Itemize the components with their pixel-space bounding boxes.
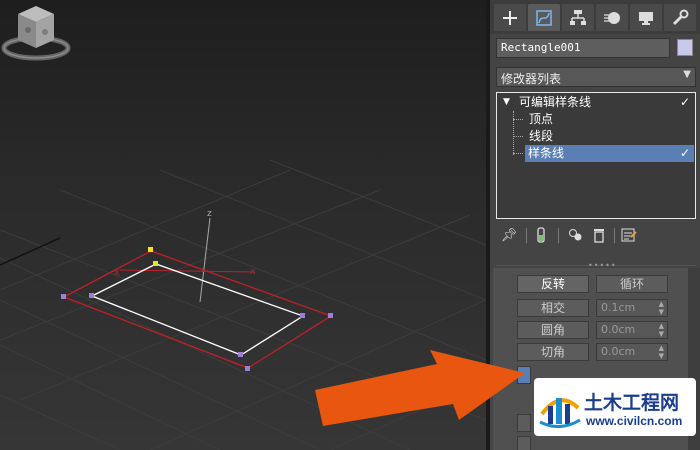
- display-icon: [639, 11, 653, 25]
- chevron-down-icon: ▼: [683, 69, 691, 80]
- spline-vertex[interactable]: [300, 313, 305, 318]
- watermark: 土木工程网 www.civilcn.com: [534, 378, 696, 436]
- spinner-arrows-icon[interactable]: ▲ ▼: [659, 300, 664, 316]
- tree-branch: [513, 153, 523, 154]
- spline-vertex[interactable]: [238, 352, 243, 357]
- hierarchy-tab[interactable]: [562, 4, 594, 31]
- spinner-arrows-icon[interactable]: ▲ ▼: [659, 344, 664, 360]
- bracket-handle: [328, 313, 333, 318]
- command-panel-tabs: [490, 0, 700, 34]
- toolbar-separator: [526, 228, 527, 243]
- stack-item-editable-spline[interactable]: ▼ 可编辑样条线 ✓: [498, 94, 694, 111]
- spline-vertex-first[interactable]: [153, 261, 158, 266]
- show-end-result-icon[interactable]: [532, 226, 550, 244]
- motion-tab[interactable]: [596, 4, 628, 31]
- stack-item-label: 样条线: [528, 146, 565, 160]
- remove-modifier-icon[interactable]: [590, 226, 608, 244]
- stack-item-segment[interactable]: 线段: [498, 128, 694, 145]
- pin-stack-icon[interactable]: 📌︎: [500, 226, 518, 244]
- create-tab[interactable]: [494, 4, 526, 31]
- stack-item-vertex[interactable]: 顶点: [498, 111, 694, 128]
- configure-sets-icon[interactable]: [620, 226, 638, 244]
- modify-tab[interactable]: [528, 4, 560, 31]
- modifier-list-dropdown[interactable]: 修改器列表 ▼: [496, 67, 696, 87]
- grip-dots[interactable]: •••••: [588, 261, 616, 270]
- watermark-url: www.civilcn.com: [586, 414, 683, 428]
- rollout-control[interactable]: [517, 436, 531, 450]
- expand-triangle-icon[interactable]: ▼: [503, 94, 510, 111]
- spinner-value: 0.1cm: [601, 301, 636, 314]
- display-tab[interactable]: [630, 4, 662, 31]
- toolbar-separator: [558, 228, 559, 243]
- stack-item-label: 顶点: [529, 112, 554, 126]
- cycle-button[interactable]: 循环: [596, 275, 668, 293]
- civilcn-logo-icon: [539, 398, 581, 428]
- spinner-value: 0.0cm: [601, 323, 636, 336]
- toolbar-separator: [614, 228, 615, 243]
- object-name-field[interactable]: Rectangle001: [496, 38, 670, 58]
- z-axis-label: z: [207, 209, 212, 219]
- stack-item-spline[interactable]: 样条线 ✓: [525, 145, 694, 162]
- bracket-handle: [245, 366, 250, 371]
- reverse-button[interactable]: 反转: [517, 275, 589, 293]
- chamfer-spinner[interactable]: 0.0cm ▲ ▼: [596, 343, 668, 361]
- cross-insert-spinner[interactable]: 0.1cm ▲ ▼: [596, 299, 668, 317]
- checkmark-icon: ✓: [679, 146, 690, 160]
- modifier-stack: ▼ 可编辑样条线 ✓ 顶点 线段 样条线 ✓: [496, 92, 696, 219]
- hierarchy-icon: [570, 9, 586, 25]
- stack-item-label: 线段: [529, 129, 554, 143]
- make-unique-icon[interactable]: [566, 226, 584, 244]
- object-color-swatch[interactable]: [677, 39, 693, 56]
- plus-icon: [503, 10, 517, 25]
- motion-icon: [604, 11, 620, 24]
- modify-icon: [536, 9, 552, 26]
- modifier-list-label: 修改器列表: [501, 72, 562, 86]
- x-axis-label-right: x: [250, 267, 256, 277]
- stack-item-label: 可编辑样条线: [519, 95, 592, 109]
- x-axis-label-left: x: [114, 268, 120, 278]
- cross-insert-button[interactable]: 相交: [517, 299, 589, 317]
- watermark-title: 土木工程网: [584, 392, 680, 414]
- viewcube-icon[interactable]: [0, 0, 72, 64]
- checkmark-icon: ✓: [679, 95, 690, 109]
- utilities-icon: [672, 9, 689, 25]
- stack-toolbar: 📌︎: [496, 226, 696, 246]
- spinner-arrows-icon[interactable]: ▲ ▼: [659, 322, 664, 338]
- spinner-value: 0.0cm: [601, 345, 636, 358]
- rectangle-spline[interactable]: [90, 263, 305, 356]
- bracket-handle: [148, 247, 153, 252]
- bracket-handle: [61, 294, 66, 299]
- object-name-row: Rectangle001: [496, 38, 696, 58]
- spline-vertex[interactable]: [89, 293, 94, 298]
- fillet-spinner[interactable]: 0.0cm ▲ ▼: [596, 321, 668, 339]
- utilities-tab[interactable]: [664, 4, 696, 31]
- orange-arrow-icon: [315, 350, 525, 426]
- fillet-button[interactable]: 圆角: [517, 321, 589, 339]
